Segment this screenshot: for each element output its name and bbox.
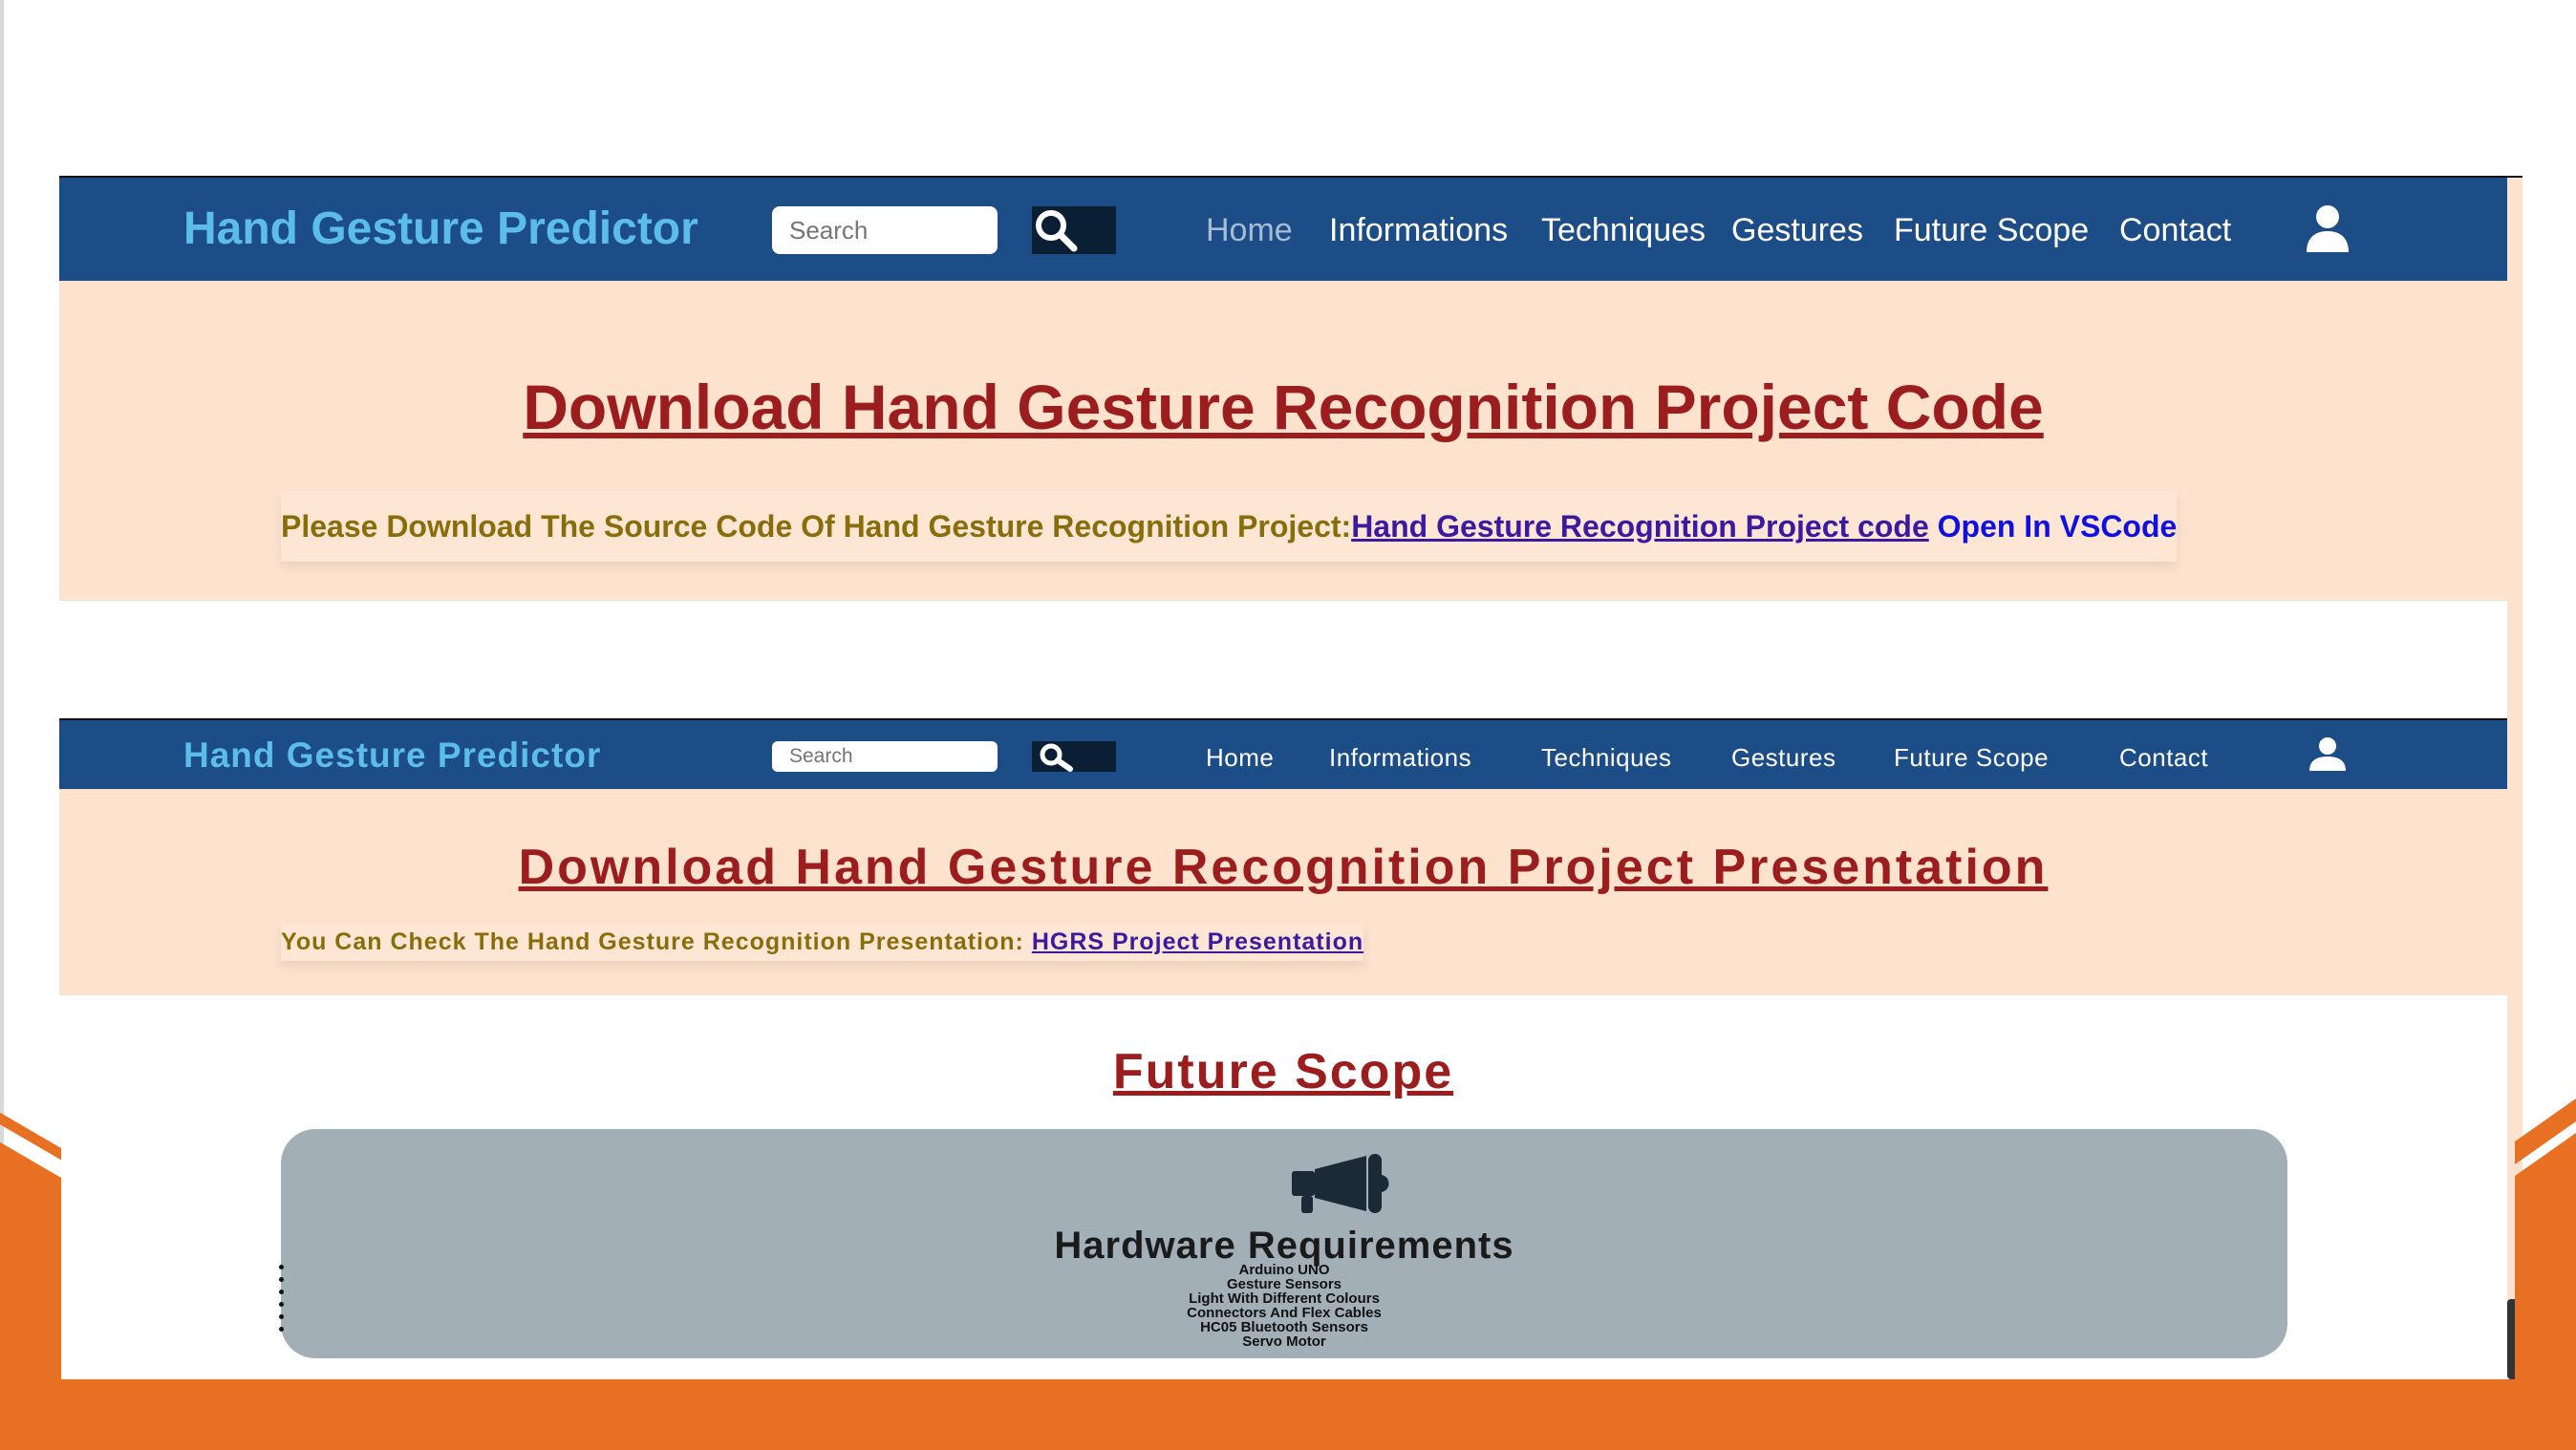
slide-bottom-band bbox=[0, 1379, 2576, 1450]
code-download-link[interactable]: Hand Gesture Recognition Project code bbox=[1351, 509, 1929, 544]
nav-gestures[interactable]: Gestures bbox=[1731, 743, 1836, 773]
nav-techniques[interactable]: Techniques bbox=[1541, 743, 1672, 773]
nav-gestures[interactable]: Gestures bbox=[1731, 212, 1863, 249]
nav-contact[interactable]: Contact bbox=[2119, 212, 2231, 249]
presentation-download-section: Download Hand Gesture Recognition Projec… bbox=[59, 789, 2507, 995]
presentation-link[interactable]: HGRS Project Presentation bbox=[1032, 928, 1363, 956]
hardware-list: Arduino UNO Gesture Sensors Light With D… bbox=[281, 1263, 2287, 1349]
brand-title[interactable]: Hand Gesture Predictor bbox=[183, 736, 601, 776]
search-input[interactable] bbox=[772, 741, 998, 772]
future-scope-title[interactable]: Future Scope bbox=[59, 1043, 2507, 1100]
future-scope-section: Future Scope Hardware Requirements Ardui… bbox=[59, 995, 2507, 1379]
code-section-title[interactable]: Download Hand Gesture Recognition Projec… bbox=[59, 371, 2507, 443]
slide-decoration-right bbox=[2515, 1098, 2576, 1385]
nav-informations[interactable]: Informations bbox=[1329, 212, 1508, 249]
presentation-section-title[interactable]: Download Hand Gesture Recognition Projec… bbox=[59, 839, 2507, 896]
nav-home[interactable]: Home bbox=[1206, 743, 1274, 773]
open-vscode-link[interactable]: Open In VSCode bbox=[1929, 509, 2178, 544]
magnifier-icon bbox=[1036, 210, 1078, 252]
navbar-1: Hand Gesture Predictor Home Informations… bbox=[59, 178, 2507, 281]
brand-title[interactable]: Hand Gesture Predictor bbox=[183, 203, 698, 255]
nav-future-scope[interactable]: Future Scope bbox=[1894, 212, 2089, 249]
nav-techniques[interactable]: Techniques bbox=[1541, 212, 1706, 249]
megaphone-icon bbox=[1292, 1154, 1389, 1213]
nav-informations[interactable]: Informations bbox=[1329, 743, 1471, 773]
list-item: Connectors And Flex Cables bbox=[1187, 1305, 1382, 1321]
list-item: HC05 Bluetooth Sensors bbox=[1200, 1319, 1368, 1335]
list-item: Gesture Sensors bbox=[1226, 1276, 1342, 1292]
list-item: Arduino UNO bbox=[1238, 1262, 1330, 1278]
user-icon[interactable] bbox=[2305, 204, 2351, 254]
code-download-section: Download Hand Gesture Recognition Projec… bbox=[59, 281, 2522, 601]
list-item: Servo Motor bbox=[1242, 1333, 1326, 1350]
presentation-note-text: You Can Check The Hand Gesture Recogniti… bbox=[281, 928, 1032, 955]
hardware-card: Hardware Requirements Arduino UNO Gestur… bbox=[279, 1129, 2287, 1358]
navbar-2: Hand Gesture Predictor Home Informations… bbox=[59, 720, 2507, 789]
user-icon[interactable] bbox=[2308, 737, 2347, 772]
search-button[interactable] bbox=[1032, 206, 1116, 254]
nav-future-scope[interactable]: Future Scope bbox=[1894, 743, 2049, 773]
nav-contact[interactable]: Contact bbox=[2119, 743, 2208, 773]
search-button[interactable] bbox=[1032, 741, 1116, 772]
presentation-note: You Can Check The Hand Gesture Recogniti… bbox=[281, 923, 1364, 961]
search-input[interactable] bbox=[772, 206, 998, 254]
list-item: Light With Different Colours bbox=[1189, 1290, 1380, 1307]
nav-home[interactable]: Home bbox=[1206, 212, 1293, 249]
code-download-note: Please Download The Source Code Of Hand … bbox=[281, 491, 2178, 562]
code-note-text: Please Download The Source Code Of Hand … bbox=[281, 508, 1352, 544]
slide-decoration-left bbox=[0, 1112, 61, 1385]
magnifier-icon bbox=[1040, 743, 1073, 772]
